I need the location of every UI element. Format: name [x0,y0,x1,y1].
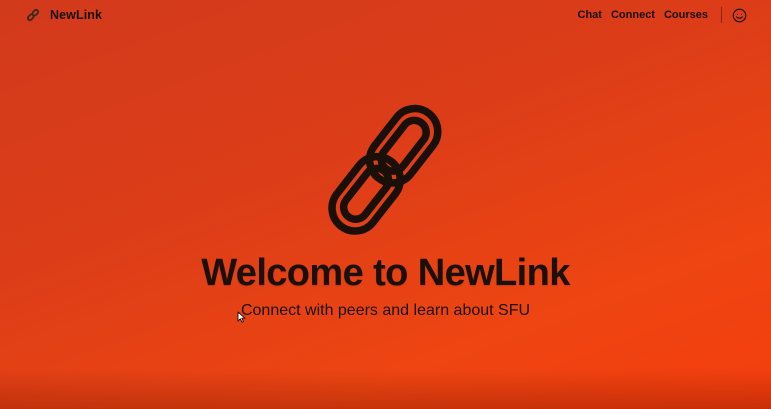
mouse-cursor-icon [237,311,246,323]
nav-link-courses[interactable]: Courses [664,9,708,21]
page-subtitle: Connect with peers and learn about SFU [240,302,531,319]
page-title: Welcome to NewLink [201,252,570,294]
nav-link-connect[interactable]: Connect [611,9,655,21]
hero-section [0,100,771,250]
brand-name: NewLink [50,8,103,22]
bottom-shade [0,369,771,409]
nav-divider [721,7,722,23]
link-icon [26,8,40,22]
nav-menu: Chat Connect Courses [578,7,747,23]
nav-link-chat[interactable]: Chat [578,9,602,21]
navbar: NewLink Chat Connect Courses [0,0,771,30]
brand-link[interactable]: NewLink [26,8,102,22]
smiley-face-icon[interactable] [732,8,747,23]
chain-link-icon [327,104,442,235]
